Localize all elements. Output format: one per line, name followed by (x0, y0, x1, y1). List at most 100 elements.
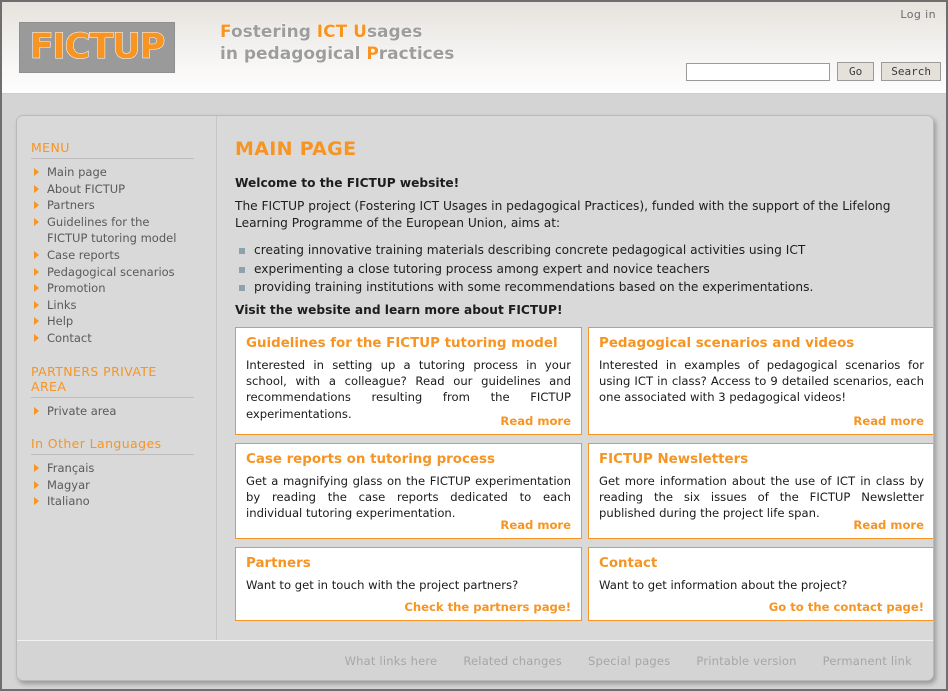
chevron-right-icon (34, 333, 39, 342)
site-logo[interactable]: FICTUP (19, 22, 175, 73)
sidebar-heading-private: PARTNERS PRIVATE AREA (31, 364, 194, 398)
tagline-f: F (220, 22, 232, 43)
sidebar-item-label: Contact (47, 330, 92, 345)
tagline-line-1: Fostering ICT Usages (220, 22, 423, 43)
teaser-box-link[interactable]: Read more (500, 414, 571, 428)
teaser-box-link[interactable]: Read more (500, 518, 571, 532)
sidebar-item-label: Private area (47, 403, 117, 418)
login-link[interactable]: Log in (900, 8, 936, 21)
sidebar-heading-menu: MENU (31, 140, 194, 159)
sidebar-item-label: Italiano (47, 494, 90, 509)
sidebar-item-7[interactable]: Links (31, 297, 216, 314)
chevron-right-icon (34, 201, 39, 210)
square-bullet-icon (239, 266, 245, 273)
tagline-u: U (353, 22, 368, 43)
sidebar-item-8[interactable]: Help (31, 313, 216, 330)
sidebar-language-item-1[interactable]: Magyar (31, 477, 216, 494)
sidebar-menu-list: Main page About FICTUP Partners Guidelines … (31, 164, 216, 347)
sidebar-language-item-0[interactable]: Français (31, 460, 216, 477)
chevron-right-icon (34, 267, 39, 276)
footer-link[interactable]: What links here (345, 654, 438, 668)
aim-item: providing training institutions with som… (235, 278, 933, 297)
page-root: Log in FICTUP Fostering ICT Usages in pe… (0, 0, 948, 691)
chevron-right-icon (34, 300, 39, 309)
content-card: MENU Main page About FICTUP Partners Guidel… (16, 115, 934, 681)
search-form: Go Search (686, 62, 941, 81)
sidebar-item-label: Case reports (47, 247, 120, 262)
sidebar-item-label: Français (47, 461, 95, 476)
search-button[interactable]: Search (881, 62, 941, 81)
teaser-box-link[interactable]: Go to the contact page! (769, 600, 924, 614)
sidebar-item-label: Partners (47, 198, 95, 213)
teaser-box-link[interactable]: Read more (853, 518, 924, 532)
footer-link[interactable]: Printable version (696, 654, 796, 668)
footer-link[interactable]: Permanent link (823, 654, 912, 668)
tagline-ostering: ostering (230, 22, 317, 43)
sidebar-item-6[interactable]: Promotion (31, 280, 216, 297)
tagline-ractices: ractices (378, 44, 455, 65)
teaser-box-body: Want to get in touch with the project pa… (246, 577, 519, 592)
sidebar-item-2[interactable]: Partners (31, 197, 216, 214)
chevron-right-icon (34, 406, 39, 415)
sidebar-item-0[interactable]: Main page (31, 164, 216, 181)
footer-links: What links here Related changes Special pa… (17, 640, 933, 680)
site-tagline: Fostering ICT Usages in pedagogical Prac… (220, 21, 456, 65)
chevron-right-icon (34, 217, 39, 226)
sidebar-item-label: Magyar (47, 477, 90, 492)
chevron-right-icon (34, 168, 39, 176)
chevron-right-icon (34, 250, 39, 259)
sidebar-item-label: Pedagogical scenarios (47, 264, 175, 279)
aims-list: creating innovative training materials d… (235, 241, 933, 297)
teaser-box-body: Interested in examples of pedagogical sc… (599, 357, 924, 405)
teaser-box-body: Interested in setting up a tutoring proc… (246, 357, 571, 421)
sidebar-item-3[interactable]: Guidelines for the FICTUP tutoring model (31, 214, 216, 247)
sidebar-item-label: Main page (47, 165, 107, 179)
teaser-box-grid: Guidelines for the FICTUP tutoring model… (235, 326, 933, 621)
aim-item: experimenting a close tutoring process a… (235, 260, 933, 279)
teaser-box-title: FICTUP Newsletters (599, 451, 749, 467)
sidebar-language-item-2[interactable]: Italiano (31, 493, 216, 510)
logo-text: FICTUP (29, 27, 166, 67)
sidebar-item-label: Promotion (47, 281, 106, 296)
page-title: MAIN PAGE (235, 138, 357, 160)
sidebar-item-5[interactable]: Pedagogical scenarios (31, 264, 216, 281)
search-input[interactable] (686, 62, 830, 81)
sidebar-item-label: Guidelines for the (47, 214, 150, 229)
teaser-box-link[interactable]: Read more (853, 414, 924, 428)
teaser-box: Partners Want to get in touch with the pr… (235, 546, 582, 621)
teaser-box-title: Case reports on tutoring process (246, 451, 495, 467)
sidebar-item-1[interactable]: About FICTUP (31, 181, 216, 198)
teaser-box-body: Want to get information about the projec… (599, 577, 848, 592)
footer-link[interactable]: Related changes (463, 654, 562, 668)
sidebar-item-label: Links (47, 297, 77, 312)
teaser-box-body: Get more information about the use of IC… (599, 473, 924, 521)
aim-item-text: experimenting a close tutoring process a… (254, 261, 710, 276)
tagline-line-2: in pedagogical Practices (220, 43, 456, 65)
teaser-box-link[interactable]: Check the partners page! (404, 600, 571, 614)
sidebar: MENU Main page About FICTUP Partners Guidel… (17, 116, 217, 642)
aim-item-text: providing training institutions with som… (254, 280, 814, 294)
chevron-right-icon (34, 284, 39, 293)
sidebar-private-list: Private area (31, 403, 216, 420)
intro-paragraph: The FICTUP project (Fostering ICT Usages… (235, 199, 891, 230)
footer-link[interactable]: Special pages (588, 654, 670, 668)
sidebar-item-9[interactable]: Contact (31, 330, 216, 347)
main-content: MAIN PAGE Welcome to the FICTUP website!… (218, 116, 933, 642)
sidebar-language-list: Français Magyar Italiano (31, 460, 216, 510)
tagline-sages: sages (366, 22, 423, 43)
tagline-in-pedagogical: in pedagogical (220, 44, 367, 65)
teaser-box-title: Guidelines for the FICTUP tutoring model (246, 335, 558, 351)
site-header: Log in FICTUP Fostering ICT Usages in pe… (2, 2, 946, 94)
teaser-box: Case reports on tutoring process Get a ma… (235, 442, 582, 539)
tagline-ict: ICT (316, 22, 348, 43)
chevron-right-icon (34, 480, 39, 489)
chevron-right-icon (34, 497, 39, 506)
chevron-right-icon (34, 317, 39, 326)
sidebar-item-4[interactable]: Case reports (31, 247, 216, 264)
teaser-box: Contact Want to get information about the… (588, 546, 933, 621)
sidebar-private-item-0[interactable]: Private area (31, 403, 216, 420)
aim-item-text: creating innovative training materials d… (254, 243, 806, 257)
go-button[interactable]: Go (837, 62, 875, 81)
sidebar-heading-languages: In Other Languages (31, 436, 194, 456)
square-bullet-icon (239, 285, 245, 291)
